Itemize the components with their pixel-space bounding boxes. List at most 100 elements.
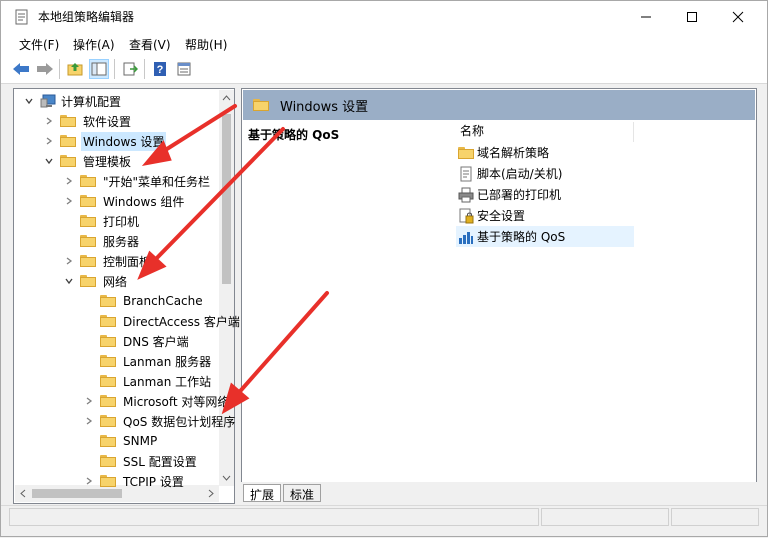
folder-icon	[80, 235, 96, 247]
tree-item-label: 网络	[103, 274, 128, 289]
menu-help[interactable]: 帮助(H)	[185, 36, 227, 53]
list-item[interactable]: 基于策略的 QoS	[456, 226, 634, 247]
forward-button[interactable]	[35, 59, 55, 79]
toolbar: ?	[1, 54, 767, 84]
properties-icon	[177, 62, 191, 76]
chevron-right-icon[interactable]	[82, 414, 96, 428]
scroll-left-icon[interactable]	[17, 485, 29, 502]
tree-item[interactable]: QoS 数据包计划程序	[82, 411, 237, 431]
folder-icon	[100, 335, 116, 347]
svg-text:?: ?	[157, 64, 164, 76]
tree-item[interactable]: Lanman 服务器	[82, 351, 213, 371]
folder-icon	[100, 475, 116, 487]
console-tree: 计算机配置软件设置 Windows 设置管理模板 "开始"菜单和任务栏 Windows…	[13, 88, 240, 504]
scroll-down-icon[interactable]	[219, 472, 234, 484]
tree-item[interactable]: 软件设置	[42, 111, 133, 131]
export-list-button[interactable]	[120, 59, 140, 79]
chevron-down-icon[interactable]	[62, 274, 76, 288]
tree-item[interactable]: TCPIP 设置	[82, 471, 186, 491]
chevron-right-icon[interactable]	[42, 114, 56, 128]
console-tree-icon	[91, 62, 107, 76]
up-folder-icon	[67, 63, 83, 76]
scroll-right-icon[interactable]	[205, 485, 217, 502]
folder-icon	[80, 175, 96, 187]
chevron-right-icon[interactable]	[82, 394, 96, 408]
show-hide-tree-button[interactable]	[89, 59, 109, 79]
tree-item[interactable]: 控制面板	[62, 251, 153, 271]
tree-item[interactable]: SNMP	[82, 431, 159, 451]
tree-item-label: 计算机配置	[61, 94, 122, 109]
list-item[interactable]: 已部署的打印机	[456, 184, 634, 205]
list-item-label: 基于策略的 QoS	[477, 230, 566, 244]
list-item[interactable]: 安全设置	[456, 205, 634, 226]
close-button[interactable]	[715, 1, 761, 32]
list-item-label: 域名解析策略	[477, 146, 550, 160]
export-icon	[123, 62, 138, 76]
back-button[interactable]	[11, 59, 31, 79]
chevron-right-icon[interactable]	[62, 174, 76, 188]
tree-item-label: Lanman 工作站	[123, 374, 212, 389]
chevron-right-icon[interactable]	[42, 134, 56, 148]
tab-extended[interactable]: 扩展	[243, 484, 282, 502]
chevron-down-icon[interactable]	[42, 154, 56, 168]
title-bar: 本地组策略编辑器	[1, 1, 767, 32]
tree-item-label: Windows 设置	[81, 131, 167, 151]
tree-item[interactable]: 管理模板	[42, 151, 133, 171]
tree-item-label: SNMP	[123, 434, 158, 448]
maximize-button[interactable]	[669, 1, 715, 32]
tree-item[interactable]: DNS 客户端	[82, 331, 191, 351]
tree-item-label: BranchCache	[123, 294, 203, 308]
tree-item-label: 打印机	[103, 214, 140, 229]
folder-icon	[100, 375, 116, 387]
tree-item[interactable]: 计算机配置	[22, 91, 123, 111]
tab-standard[interactable]: 标准	[283, 484, 322, 502]
toolbar-separator	[59, 59, 60, 79]
tree-item[interactable]: 服务器	[62, 231, 141, 251]
list-item-label: 安全设置	[477, 209, 526, 223]
chevron-right-icon[interactable]	[62, 254, 76, 268]
tree-item-label: Lanman 服务器	[123, 354, 212, 369]
tree-item[interactable]: Lanman 工作站	[82, 371, 213, 391]
tree-item[interactable]: SSL 配置设置	[82, 451, 199, 471]
column-header-name[interactable]: 名称	[454, 122, 634, 142]
up-folder-button[interactable]	[65, 59, 85, 79]
folder-icon	[60, 135, 76, 147]
tree-item[interactable]: 打印机	[62, 211, 141, 231]
tree-item[interactable]: BranchCache	[82, 291, 205, 311]
folder-icon	[80, 275, 96, 287]
tree-item-label: "开始"菜单和任务栏	[103, 174, 211, 189]
menu-view[interactable]: 查看(V)	[129, 36, 171, 53]
tree-item-label: 管理模板	[83, 154, 132, 169]
help-button[interactable]: ?	[150, 59, 170, 79]
menu-file[interactable]: 文件(F)	[19, 36, 59, 53]
scroll-up-icon[interactable]	[219, 92, 234, 104]
chevron-right-icon[interactable]	[62, 194, 76, 208]
tree-vscroll-thumb[interactable]	[222, 114, 231, 284]
computer-icon	[40, 93, 56, 109]
chevron-right-icon[interactable]	[82, 474, 96, 488]
folder-icon	[80, 195, 96, 207]
tree-item[interactable]: DirectAccess 客户端	[82, 311, 242, 331]
policy-editor-icon	[15, 9, 28, 25]
list-item[interactable]: 脚本(启动/关机)	[456, 163, 634, 184]
list-item[interactable]: 域名解析策略	[456, 142, 634, 163]
tree-item[interactable]: Windows 设置	[42, 131, 167, 151]
minimize-button[interactable]	[623, 1, 669, 32]
tree-item[interactable]: 网络	[62, 271, 129, 291]
menu-action[interactable]: 操作(A)	[73, 36, 115, 53]
tree-item-label: 软件设置	[83, 114, 132, 129]
properties-button[interactable]	[174, 59, 194, 79]
tree-item[interactable]: "开始"菜单和任务栏	[62, 171, 212, 191]
chevron-down-icon[interactable]	[22, 94, 36, 108]
back-arrow-icon	[13, 63, 29, 75]
tree-item[interactable]: Windows 组件	[62, 191, 186, 211]
tree-item[interactable]: Microsoft 对等网络	[82, 391, 231, 411]
folder-icon	[60, 115, 76, 127]
